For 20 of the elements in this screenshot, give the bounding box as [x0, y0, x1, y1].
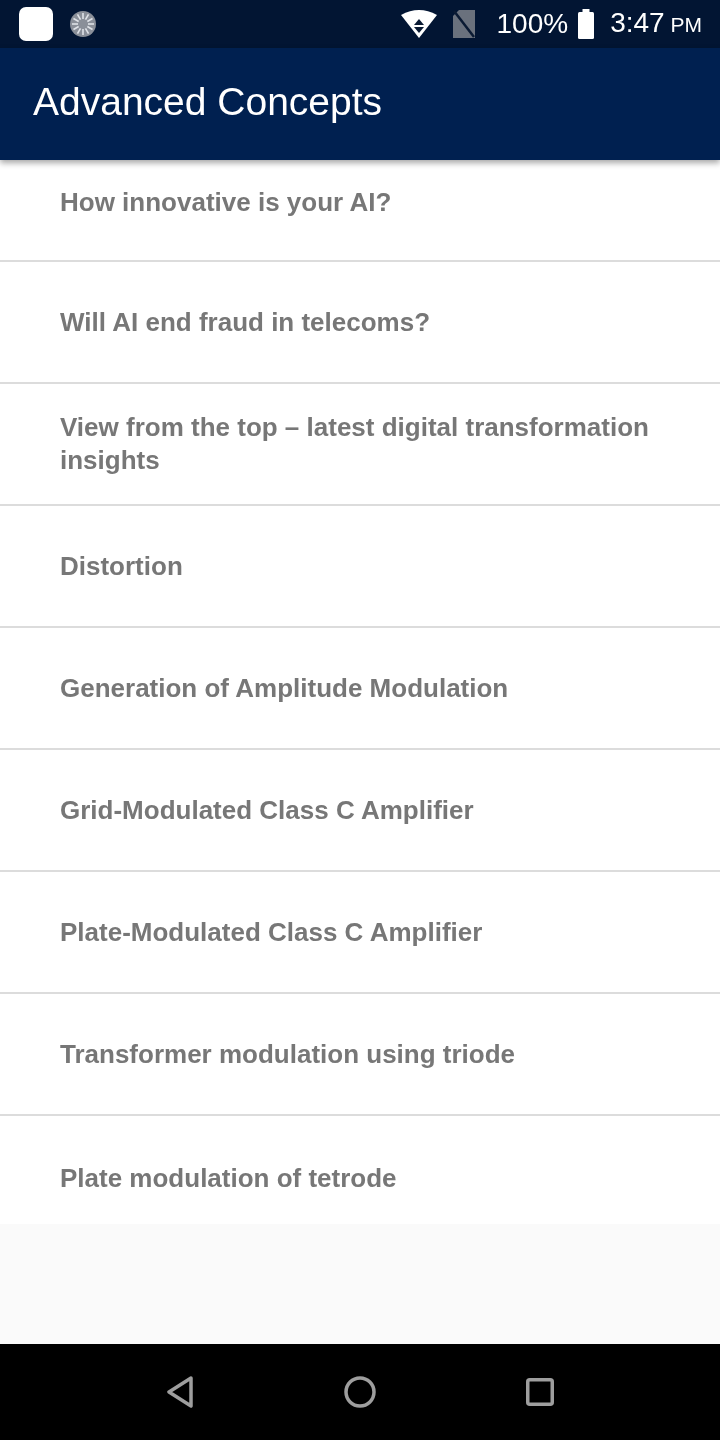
battery-icon	[578, 9, 595, 39]
list-item[interactable]: Plate-Modulated Class C Amplifier	[0, 872, 720, 994]
home-circle-icon	[344, 1376, 376, 1408]
list-item[interactable]: Will AI end fraud in telecoms?	[0, 262, 720, 384]
list-item[interactable]: Distortion	[0, 506, 720, 628]
list-item[interactable]: View from the top – latest digital transformation insights	[0, 384, 720, 506]
wifi-icon	[400, 10, 437, 38]
list-item[interactable]: Grid-Modulated Class C Amplifier	[0, 750, 720, 872]
list-item[interactable]: Plate modulation of tetrode	[0, 1116, 720, 1224]
loading-circle-icon	[69, 10, 97, 38]
recents-square-icon	[526, 1378, 554, 1406]
clock: 3:47 PM	[610, 7, 702, 40]
app-title: Advanced Concepts	[33, 79, 383, 125]
no-sim-icon	[452, 10, 475, 38]
list-item[interactable]: Transformer modulation using triode	[0, 994, 720, 1116]
battery-percent: 100%	[496, 8, 569, 40]
list-item[interactable]: Generation of Amplitude Modulation	[0, 628, 720, 750]
app-notification-icon	[19, 7, 53, 41]
back-triangle-icon	[166, 1376, 194, 1408]
list-item[interactable]: How innovative is your AI?	[0, 160, 720, 262]
